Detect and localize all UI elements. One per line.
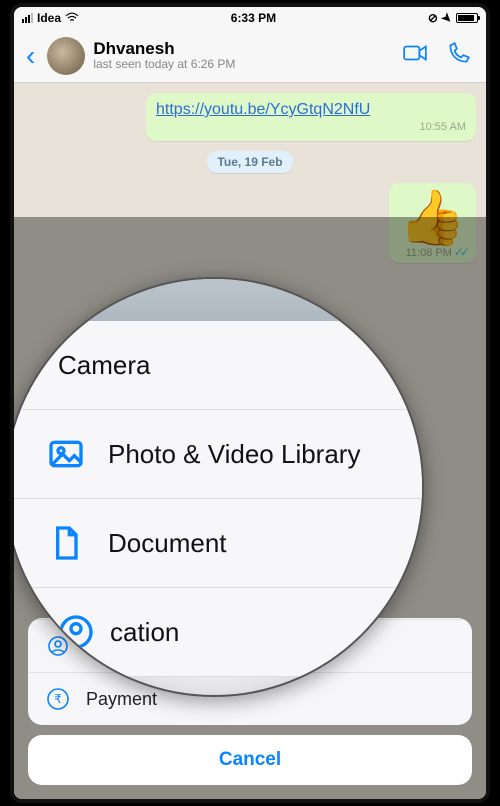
avatar[interactable] <box>47 37 85 75</box>
location-arrow-icon: ➤ <box>438 9 455 26</box>
carrier-label: Idea <box>37 11 61 25</box>
date-separator: Tue, 19 Feb <box>207 151 292 173</box>
action-camera[interactable]: Camera <box>14 321 422 410</box>
message-bubble-link[interactable]: https://youtu.be/YcyGtqN2NfU 10:55 AM <box>146 93 476 141</box>
action-payment-label: Payment <box>86 689 157 710</box>
action-document[interactable]: Document <box>14 499 422 588</box>
contact-info[interactable]: Dhvanesh last seen today at 6:26 PM <box>93 40 394 72</box>
clock: 6:33 PM <box>231 11 276 25</box>
action-location-magnified[interactable]: cation <box>14 588 422 677</box>
wifi-icon <box>65 11 79 26</box>
chat-header: ‹ Dhvanesh last seen today at 6:26 PM <box>14 29 486 83</box>
action-location-partial-label: cation <box>110 617 179 648</box>
status-bar: Idea 6:33 PM ⊘ ➤ <box>14 7 486 29</box>
action-camera-label: Camera <box>58 350 150 381</box>
svg-text:₹: ₹ <box>54 692 62 706</box>
battery-icon <box>456 13 478 23</box>
action-photo-library-label: Photo & Video Library <box>108 439 360 470</box>
last-seen-label: last seen today at 6:26 PM <box>93 58 394 71</box>
voice-call-button[interactable] <box>446 40 472 71</box>
message-link[interactable]: https://youtu.be/YcyGtqN2NfU <box>156 101 370 118</box>
video-call-button[interactable] <box>402 40 428 71</box>
document-icon <box>46 523 86 563</box>
orientation-lock-icon: ⊘ <box>428 11 438 25</box>
action-photo-library[interactable]: Photo & Video Library <box>14 410 422 499</box>
action-document-label: Document <box>108 528 227 559</box>
magnifier-overlay: Camera Photo & Video Library Document ca… <box>14 277 424 697</box>
person-pin-icon <box>56 612 96 652</box>
photo-icon <box>46 434 86 474</box>
message-time: 10:55 AM <box>156 119 466 133</box>
rupee-icon: ₹ <box>46 687 70 711</box>
cancel-button[interactable]: Cancel <box>28 735 472 785</box>
signal-icon <box>22 13 33 23</box>
phone-frame: Idea 6:33 PM ⊘ ➤ ‹ Dhvanesh last seen to… <box>14 7 486 799</box>
contact-name: Dhvanesh <box>93 40 394 59</box>
camera-icon <box>14 345 36 385</box>
cancel-label: Cancel <box>219 749 281 770</box>
back-button[interactable]: ‹ <box>22 40 39 72</box>
